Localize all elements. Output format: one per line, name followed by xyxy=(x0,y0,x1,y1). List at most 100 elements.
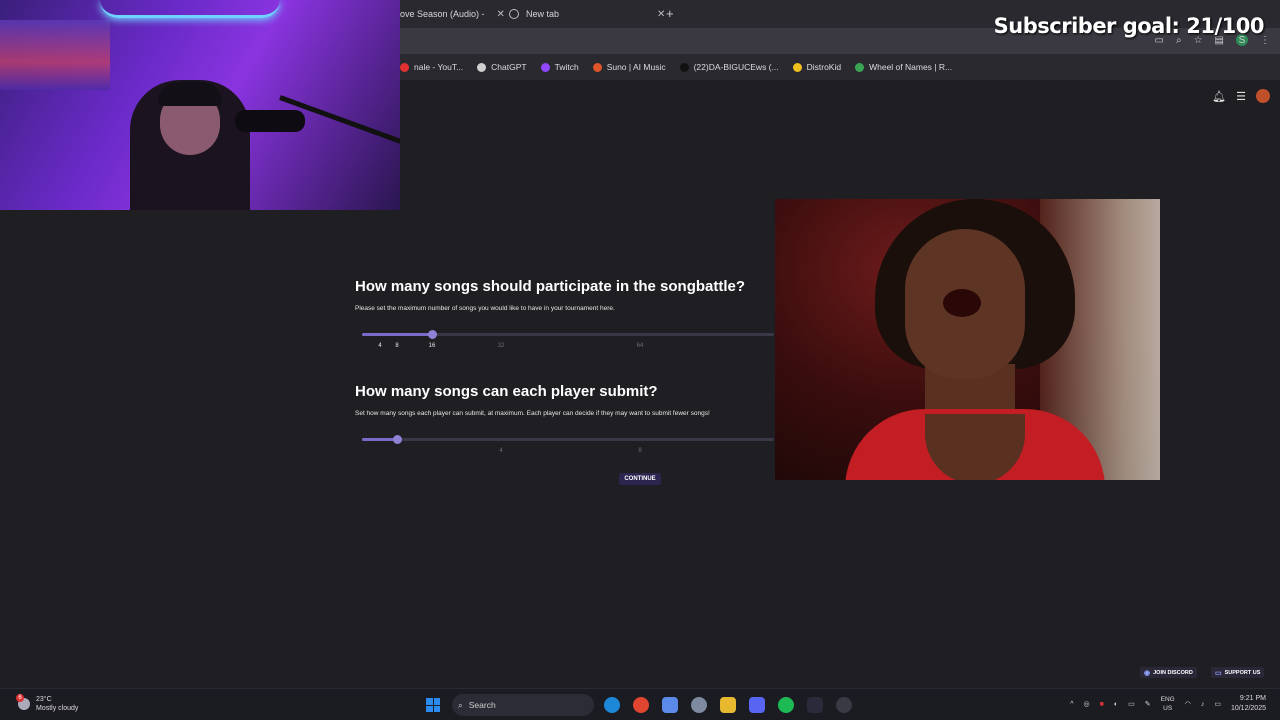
tick-label: 64 xyxy=(636,343,644,349)
bookmark-item[interactable]: (22)DA-BIGUCEws (... xyxy=(679,62,779,72)
song-count-slider[interactable] xyxy=(362,330,774,339)
bookmark-favicon-icon xyxy=(400,62,409,72)
bookmark-favicon-icon xyxy=(792,62,802,72)
spotify-icon[interactable] xyxy=(778,697,794,713)
user-avatar[interactable] xyxy=(1256,89,1270,103)
site-nav: 🔔︎ ☰ xyxy=(1212,89,1270,103)
tab-new-tab[interactable]: New tab ✕ xyxy=(509,5,665,23)
slider-fill xyxy=(362,333,432,336)
clock-time: 9:21 PM xyxy=(1239,695,1266,702)
clock-date: 10/12/2025 xyxy=(1230,705,1266,712)
join-discord-button[interactable]: ◉ JOIN DISCORD xyxy=(1140,667,1197,678)
tray-app-icon[interactable]: ◐ xyxy=(1114,701,1118,708)
settings-gear-icon[interactable] xyxy=(691,697,707,713)
join-discord-label: JOIN DISCORD xyxy=(1153,669,1193,676)
tab-audio[interactable]: ove Season (Audio) - ✕ xyxy=(400,5,505,23)
wifi-icon[interactable]: ◠ xyxy=(1185,700,1191,708)
support-us-button[interactable]: ▭ SUPPORT US xyxy=(1211,667,1265,678)
bookmark-item[interactable]: nale - YouT... xyxy=(400,62,463,72)
tab-label: ove Season (Audio) - xyxy=(400,9,485,19)
chevron-up-icon[interactable]: ^ xyxy=(1070,701,1073,708)
bookmark-label: Twitch xyxy=(554,62,579,72)
volume-icon[interactable]: ♪ xyxy=(1201,701,1205,708)
notification-badge: 6 xyxy=(16,694,24,702)
lang-code: ENG xyxy=(1160,696,1175,703)
discord-app-icon[interactable] xyxy=(749,697,765,713)
microphone xyxy=(235,110,305,132)
webcam-overlay xyxy=(0,0,400,210)
tab-label: New tab xyxy=(526,9,560,19)
q1-description: Please set the maximum number of songs y… xyxy=(355,305,615,312)
obs-icon[interactable] xyxy=(836,697,852,713)
lang-region: US xyxy=(1163,705,1173,712)
screen: ove Season (Audio) - ✕ New tab ✕ + ▭ ⌕ ☆… xyxy=(0,0,1280,720)
bookmark-item[interactable]: Twitch xyxy=(540,62,579,72)
slider-thumb[interactable] xyxy=(393,435,402,444)
tick-label: 8 xyxy=(638,448,642,454)
taskbar-apps xyxy=(604,697,852,713)
video-panel xyxy=(775,199,1160,480)
tick-label: 4 xyxy=(378,343,382,349)
weather-desc: Mostly cloudy xyxy=(36,705,79,712)
tick-label: 32 xyxy=(497,343,505,349)
slider-fill xyxy=(362,438,397,441)
weather-temp: 23°C xyxy=(36,696,52,703)
bell-icon[interactable]: 🔔︎ xyxy=(1212,90,1226,103)
language-indicator[interactable]: ENG US xyxy=(1161,695,1175,713)
bookmark-label: DistroKid xyxy=(806,62,842,72)
q2-description: Set how many songs each player can submi… xyxy=(355,410,710,417)
new-tab-plus-icon[interactable]: + xyxy=(666,6,674,21)
tick-label: 16 xyxy=(428,343,436,349)
songs-per-player-slider[interactable] xyxy=(362,435,774,444)
system-tray: ^ ◎ ■ ◐ ▭ ✎ ENG US ◠ ♪ ▭ 9:21 PM 10/12/2… xyxy=(1070,694,1266,714)
battery-icon[interactable]: ▭ xyxy=(1214,700,1221,708)
tray-app-icon[interactable]: ◎ xyxy=(1084,700,1090,708)
search-icon: ⌕ xyxy=(458,699,463,710)
tray-app-icon[interactable]: ▭ xyxy=(1128,700,1135,708)
windows-taskbar: 6 23°C Mostly cloudy ⌕ Search ^ ◎ ■ ◐ ▭ … xyxy=(0,688,1280,720)
search-placeholder: Search xyxy=(468,700,496,710)
subscriber-goal: Subscriber goal: 21/100 xyxy=(993,14,1265,38)
clock[interactable]: 9:21 PM 10/12/2025 xyxy=(1231,694,1266,714)
bookmark-item[interactable]: Suno | AI Music xyxy=(592,62,666,72)
bookmark-label: Wheel of Names | R... xyxy=(869,62,953,72)
cloud-icon: 6 xyxy=(16,694,30,710)
continue-button[interactable]: CONTINUE xyxy=(619,473,661,485)
discord-icon: ◉ xyxy=(1144,669,1151,677)
bookmark-item[interactable]: DistroKid xyxy=(792,62,842,72)
windows-start-icon[interactable] xyxy=(426,698,440,712)
tray-app-icon[interactable]: ■ xyxy=(1100,701,1104,708)
bookmark-item[interactable]: ChatGPT xyxy=(477,62,527,72)
chrome-icon[interactable] xyxy=(633,697,649,713)
bookmark-label: ChatGPT xyxy=(491,62,527,72)
hamburger-menu-icon[interactable]: ☰ xyxy=(1236,90,1246,103)
edge-icon[interactable] xyxy=(604,697,620,713)
bookmark-favicon-icon xyxy=(540,62,550,72)
bookmark-label: (22)DA-BIGUCEws (... xyxy=(693,62,779,72)
weather-widget[interactable]: 6 23°C Mostly cloudy xyxy=(16,694,79,713)
app-icon[interactable] xyxy=(807,697,823,713)
bookmark-favicon-icon xyxy=(592,62,602,72)
q1-title: How many songs should participate in the… xyxy=(355,278,746,295)
bookmark-favicon-icon xyxy=(855,62,865,72)
flag-decoration xyxy=(0,20,110,90)
bookmark-favicon-icon xyxy=(679,62,689,72)
q2-title: How many songs can each player submit? xyxy=(355,383,658,400)
neon-light xyxy=(100,0,280,18)
tick-label: 8 xyxy=(395,343,399,349)
bookmark-label: Suno | AI Music xyxy=(606,62,666,72)
taskbar-search[interactable]: ⌕ Search xyxy=(452,694,594,716)
copilot-icon[interactable] xyxy=(662,697,678,713)
pen-icon[interactable]: ✎ xyxy=(1145,700,1151,708)
close-icon[interactable]: ✕ xyxy=(657,9,665,20)
globe-icon xyxy=(509,9,519,19)
slider-thumb[interactable] xyxy=(428,330,437,339)
close-icon[interactable]: ✕ xyxy=(497,9,505,20)
streamer-cap xyxy=(158,82,222,106)
file-explorer-icon[interactable] xyxy=(720,697,736,713)
bookmark-label: nale - YouT... xyxy=(414,62,464,72)
support-us-label: SUPPORT US xyxy=(1224,669,1261,676)
bookmark-item[interactable]: Wheel of Names | R... xyxy=(855,62,952,72)
singer-mouth xyxy=(943,289,981,317)
support-icon: ▭ xyxy=(1215,669,1222,677)
